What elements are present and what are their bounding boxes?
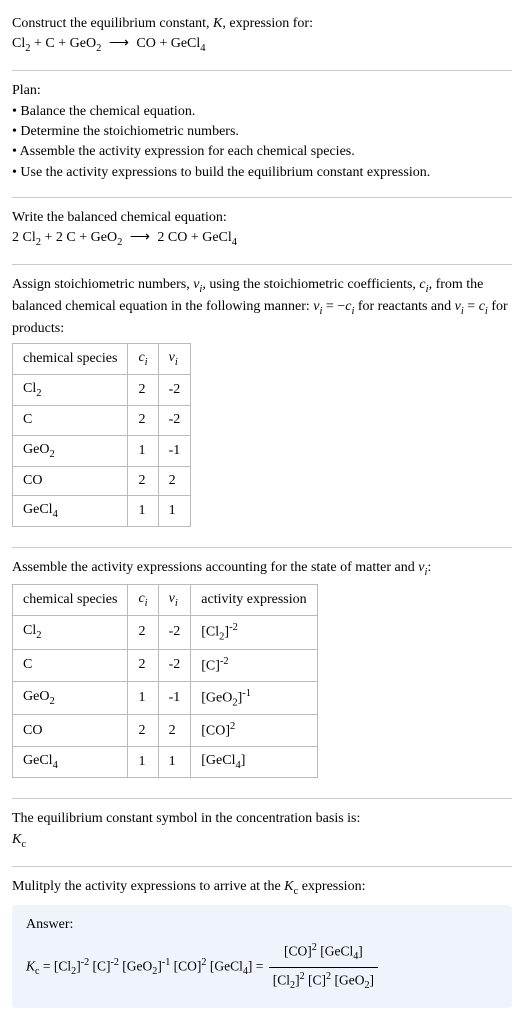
cell-species: C xyxy=(13,649,128,681)
table-row: Cl22-2 xyxy=(13,375,191,406)
cell-vi: 1 xyxy=(158,747,191,778)
cell-vi: -1 xyxy=(158,681,191,715)
cell-activity: [Cl2]-2 xyxy=(191,616,317,650)
cell-ci: 1 xyxy=(128,747,158,778)
table-header-row: chemical species ci νi xyxy=(13,344,191,375)
col-species: chemical species xyxy=(13,585,128,616)
table-row: Cl22-2[Cl2]-2 xyxy=(13,616,318,650)
intro-equation: Cl2 + C + GeO2 ⟶ CO + GeCl4 xyxy=(12,34,512,56)
plan-item-text: Determine the stoichiometric numbers. xyxy=(20,124,239,139)
cell-ci: 2 xyxy=(128,616,158,650)
cell-species: CO xyxy=(13,715,128,747)
cell-vi: -2 xyxy=(158,616,191,650)
table-row: C2-2 xyxy=(13,406,191,435)
basis-line: The equilibrium constant symbol in the c… xyxy=(12,809,512,829)
intro-section: Construct the equilibrium constant, K, e… xyxy=(12,8,512,66)
cell-vi: 2 xyxy=(158,715,191,747)
plan-item: • Determine the stoichiometric numbers. xyxy=(12,122,512,142)
cell-vi: -2 xyxy=(158,649,191,681)
kc-numerator: [CO]2 [GeCl4] xyxy=(269,941,378,968)
kc-expression: Kc = [Cl2]-2 [C]-2 [GeO2]-1 [CO]2 [GeCl4… xyxy=(26,941,498,994)
cell-ci: 1 xyxy=(128,435,158,466)
cell-species: GeCl4 xyxy=(13,496,128,527)
col-activity: activity expression xyxy=(191,585,317,616)
divider xyxy=(12,70,512,71)
kc-denominator: [Cl2]2 [C]2 [GeO2] xyxy=(269,968,378,994)
stoich-table: chemical species ci νi Cl22-2 C2-2 GeO21… xyxy=(12,343,191,527)
cell-vi: -1 xyxy=(158,435,191,466)
final-section: Mulitply the activity expressions to arr… xyxy=(12,871,512,1018)
balanced-equation: 2 Cl2 + 2 C + GeO2 ⟶ 2 CO + GeCl4 xyxy=(12,228,512,250)
cell-vi: -2 xyxy=(158,375,191,406)
table-row: GeO21-1 xyxy=(13,435,191,466)
divider xyxy=(12,547,512,548)
cell-species: C xyxy=(13,406,128,435)
cell-activity: [CO]2 xyxy=(191,715,317,747)
plan-item: • Use the activity expressions to build … xyxy=(12,163,512,183)
cell-activity: [GeO2]-1 xyxy=(191,681,317,715)
col-ci: ci xyxy=(128,585,158,616)
cell-ci: 1 xyxy=(128,496,158,527)
cell-ci: 1 xyxy=(128,681,158,715)
col-vi: νi xyxy=(158,344,191,375)
basis-section: The equilibrium constant symbol in the c… xyxy=(12,803,512,861)
cell-vi: 1 xyxy=(158,496,191,527)
stoich-text: Assign stoichiometric numbers, νi, using… xyxy=(12,275,512,339)
activity-section: Assemble the activity expressions accoun… xyxy=(12,552,512,794)
table-header-row: chemical species ci νi activity expressi… xyxy=(13,585,318,616)
cell-ci: 2 xyxy=(128,375,158,406)
cell-species: GeO2 xyxy=(13,435,128,466)
cell-species: GeCl4 xyxy=(13,747,128,778)
cell-ci: 2 xyxy=(128,649,158,681)
col-species: chemical species xyxy=(13,344,128,375)
final-line: Mulitply the activity expressions to arr… xyxy=(12,877,512,899)
cell-ci: 2 xyxy=(128,466,158,495)
cell-species: CO xyxy=(13,466,128,495)
plan-item: • Balance the chemical equation. xyxy=(12,102,512,122)
basis-symbol: Kc xyxy=(12,830,512,852)
table-row: GeO21-1[GeO2]-1 xyxy=(13,681,318,715)
table-row: GeCl411[GeCl4] xyxy=(13,747,318,778)
cell-species: GeO2 xyxy=(13,681,128,715)
answer-label: Answer: xyxy=(26,915,498,935)
divider xyxy=(12,866,512,867)
cell-vi: 2 xyxy=(158,466,191,495)
kc-fraction: [CO]2 [GeCl4] [Cl2]2 [C]2 [GeO2] xyxy=(269,941,378,994)
divider xyxy=(12,798,512,799)
activity-text: Assemble the activity expressions accoun… xyxy=(12,558,512,580)
table-row: C2-2[C]-2 xyxy=(13,649,318,681)
plan-heading: Plan: xyxy=(12,81,512,101)
stoich-section: Assign stoichiometric numbers, νi, using… xyxy=(12,269,512,543)
cell-species: Cl2 xyxy=(13,616,128,650)
cell-activity: [GeCl4] xyxy=(191,747,317,778)
col-ci: ci xyxy=(128,344,158,375)
balanced-heading: Write the balanced chemical equation: xyxy=(12,208,512,228)
divider xyxy=(12,264,512,265)
cell-activity: [C]-2 xyxy=(191,649,317,681)
table-row: GeCl411 xyxy=(13,496,191,527)
plan-section: Plan: • Balance the chemical equation. •… xyxy=(12,75,512,192)
plan-item-text: Use the activity expressions to build th… xyxy=(20,165,430,180)
plan-item-text: Balance the chemical equation. xyxy=(20,104,195,119)
intro-line: Construct the equilibrium constant, K, e… xyxy=(12,14,512,34)
cell-species: Cl2 xyxy=(13,375,128,406)
cell-ci: 2 xyxy=(128,715,158,747)
balanced-section: Write the balanced chemical equation: 2 … xyxy=(12,202,512,260)
table-row: CO22[CO]2 xyxy=(13,715,318,747)
activity-table: chemical species ci νi activity expressi… xyxy=(12,584,318,778)
cell-vi: -2 xyxy=(158,406,191,435)
divider xyxy=(12,197,512,198)
col-vi: νi xyxy=(158,585,191,616)
table-row: CO22 xyxy=(13,466,191,495)
plan-item: • Assemble the activity expression for e… xyxy=(12,142,512,162)
cell-ci: 2 xyxy=(128,406,158,435)
answer-box: Answer: Kc = [Cl2]-2 [C]-2 [GeO2]-1 [CO]… xyxy=(12,905,512,1008)
plan-item-text: Assemble the activity expression for eac… xyxy=(20,144,355,159)
